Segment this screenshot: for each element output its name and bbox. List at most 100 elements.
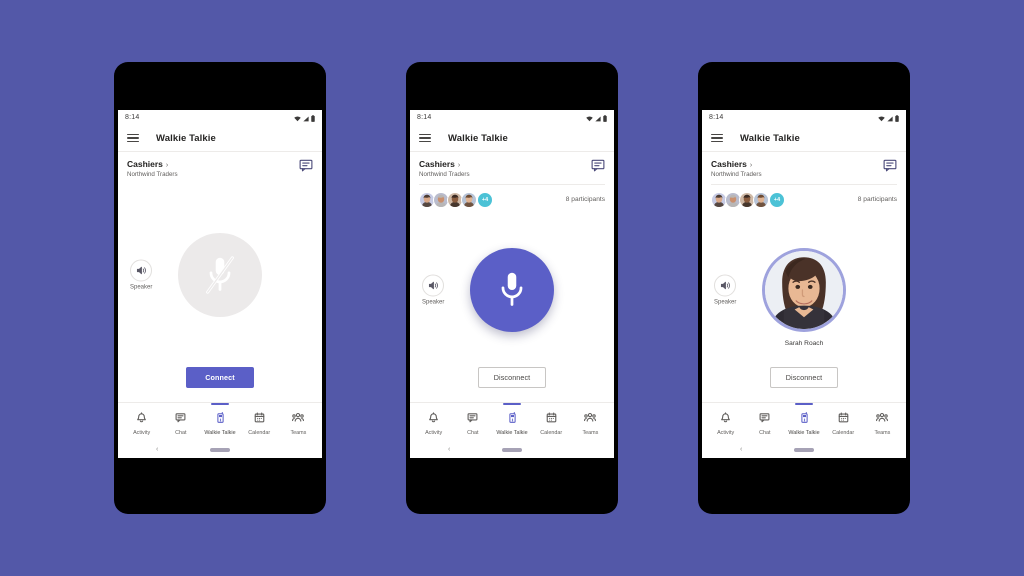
hamburger-menu-icon[interactable] <box>127 133 139 143</box>
tab-teams[interactable]: Teams <box>863 410 902 436</box>
tab-walkie-talkie[interactable]: Walkie Talkie <box>200 402 239 436</box>
bell-icon <box>136 410 147 428</box>
speaker-control: Speaker <box>422 274 445 306</box>
tab-calendar[interactable]: Calendar <box>532 410 571 436</box>
speaker-control: Speaker <box>130 259 153 291</box>
status-bar-time: 8:14 <box>125 114 140 121</box>
speaker-label: Speaker <box>422 299 445 306</box>
tab-walkie-talkie[interactable]: Walkie Talkie <box>492 402 531 436</box>
avatar-list: +4 <box>419 191 493 208</box>
cellular-signal-icon <box>887 116 893 121</box>
back-button[interactable]: ‹ <box>448 446 450 453</box>
avatar-photo <box>462 192 476 207</box>
speaker-toggle-button[interactable] <box>714 274 737 297</box>
channel-name[interactable]: Cashiers › <box>419 159 470 169</box>
status-bar-time: 8:14 <box>709 114 724 121</box>
avatar-photo <box>448 192 462 207</box>
tab-activity[interactable]: Activity <box>122 410 161 436</box>
chat-icon <box>175 410 186 428</box>
hamburger-menu-icon[interactable] <box>419 133 431 143</box>
avatar-overflow-badge[interactable]: +4 <box>769 191 785 208</box>
tab-teams[interactable]: Teams <box>279 410 318 436</box>
battery-icon <box>895 114 899 122</box>
push-to-talk-button[interactable] <box>470 248 554 332</box>
tab-walkie-talkie[interactable]: Walkie Talkie <box>784 402 823 436</box>
home-indicator-pill[interactable] <box>502 447 522 452</box>
tab-label: Teams <box>874 430 891 436</box>
avatar-photo <box>754 192 768 207</box>
wifi-icon <box>586 115 593 121</box>
android-navigation-bar: ‹ <box>702 441 906 458</box>
microphone-muted-icon <box>206 256 234 294</box>
calendar-icon <box>546 412 557 422</box>
avatar[interactable] <box>753 191 769 208</box>
teams-people-icon <box>292 412 305 422</box>
chat-bubble-icon[interactable] <box>591 159 605 172</box>
chat-bubble-icon[interactable] <box>883 159 897 172</box>
phone-mockup-3: 8:14 Walkie Talkie Cashiers › Northwind Trad… <box>698 62 910 514</box>
home-indicator-pill[interactable] <box>210 447 230 452</box>
status-bar: 8:14 <box>702 110 906 125</box>
connect-button[interactable]: Connect <box>186 366 254 388</box>
channel-header: Cashiers › Northwind Traders <box>702 152 906 184</box>
disconnect-button[interactable]: Disconnect <box>478 366 546 388</box>
tab-chat[interactable]: Chat <box>745 410 784 436</box>
status-bar: 8:14 <box>118 110 322 125</box>
tab-label: Activity <box>425 430 443 436</box>
channel-name-label: Cashiers <box>711 159 747 169</box>
tab-teams[interactable]: Teams <box>571 410 610 436</box>
phone-screen: 8:14 Walkie Talkie Cashiers › Northwind Trad… <box>118 110 322 458</box>
tab-label: Calendar <box>540 430 563 436</box>
back-button[interactable]: ‹ <box>740 446 742 453</box>
avatar-photo <box>420 192 434 207</box>
page-title: Walkie Talkie <box>156 132 216 144</box>
chat-bubble-icon <box>299 159 313 172</box>
disconnect-button[interactable]: Disconnect <box>770 366 838 388</box>
tab-activity[interactable]: Activity <box>706 410 745 436</box>
speaker-toggle-button[interactable] <box>130 259 153 282</box>
tab-label: Walkie Talkie <box>204 430 236 436</box>
tab-label: Chat <box>759 430 771 436</box>
teams-people-icon <box>292 410 305 428</box>
tab-chat[interactable]: Chat <box>453 410 492 436</box>
bell-icon <box>721 411 730 422</box>
chat-icon <box>759 410 770 428</box>
tab-label: Activity <box>717 430 735 436</box>
speaker-volume-icon <box>428 281 438 290</box>
phone-mockup-1: 8:14 Walkie Talkie Cashiers › Northwind Trad… <box>114 62 326 514</box>
avatar[interactable] <box>461 191 477 208</box>
wifi-icon <box>294 115 301 121</box>
calendar-icon <box>254 412 265 422</box>
tab-calendar[interactable]: Calendar <box>240 410 279 436</box>
teams-people-icon <box>876 412 889 422</box>
bottom-tab-bar: Activity Chat Walkie Talkie Calendar Teams <box>118 401 322 442</box>
calendar-icon <box>546 410 557 428</box>
channel-name[interactable]: Cashiers › <box>711 159 762 169</box>
avatar-photo <box>434 192 448 207</box>
hamburger-menu-icon[interactable] <box>711 133 723 143</box>
channel-text: Cashiers › Northwind Traders <box>711 159 762 178</box>
teams-people-icon <box>876 410 889 428</box>
microphone-icon <box>501 272 523 306</box>
chat-icon <box>175 412 186 422</box>
teams-people-icon <box>584 412 597 422</box>
avatar-overflow-badge[interactable]: +4 <box>477 191 493 208</box>
back-button[interactable]: ‹ <box>156 446 158 453</box>
walkie-talkie-icon <box>799 410 810 428</box>
participant-count: 8 participants <box>857 196 897 203</box>
bell-icon <box>720 410 731 428</box>
home-indicator-pill[interactable] <box>794 447 814 452</box>
tab-activity[interactable]: Activity <box>414 410 453 436</box>
speaker-toggle-button[interactable] <box>422 274 445 297</box>
walkie-talkie-stage: Speaker <box>410 214 614 367</box>
tab-chat[interactable]: Chat <box>161 410 200 436</box>
tab-calendar[interactable]: Calendar <box>824 410 863 436</box>
participant-count: 8 participants <box>565 196 605 203</box>
channel-text: Cashiers › Northwind Traders <box>127 159 178 178</box>
walkie-talkie-stage: Speaker Sarah Roach <box>702 214 906 367</box>
channel-name[interactable]: Cashiers › <box>127 159 178 169</box>
tab-label: Calendar <box>248 430 271 436</box>
walkie-talkie-icon <box>508 411 516 423</box>
push-to-talk-button[interactable] <box>178 233 262 317</box>
chat-bubble-icon[interactable] <box>299 159 313 172</box>
